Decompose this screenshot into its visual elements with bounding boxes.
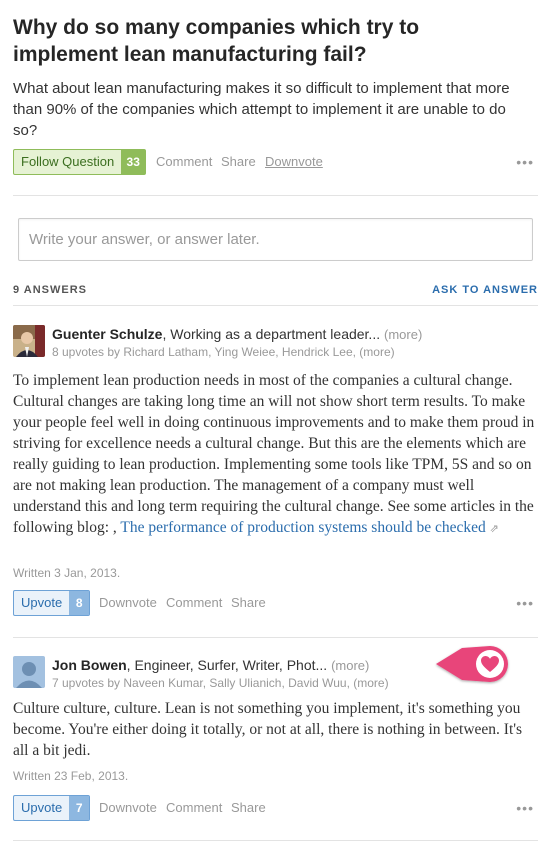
author-name[interactable]: Jon Bowen (52, 657, 127, 673)
more-options-icon[interactable]: ••• (516, 590, 534, 616)
share-link[interactable]: Share (231, 590, 266, 616)
answer-input[interactable] (18, 218, 533, 261)
external-link-icon: ⇗ (489, 523, 499, 535)
divider (13, 840, 538, 841)
share-link[interactable]: Share (221, 149, 256, 175)
default-avatar-icon[interactable] (13, 656, 45, 688)
answer-text: Culture culture, culture. Lean is not so… (13, 700, 523, 759)
comment-link[interactable]: Comment (166, 590, 222, 616)
answer-body: To implement lean production needs in mo… (13, 370, 538, 540)
written-date[interactable]: Written 3 Jan, 2013. (13, 566, 120, 580)
heart-icon[interactable] (432, 640, 514, 688)
upvote-count: 7 (69, 796, 90, 820)
upvote-label: Upvote (21, 595, 63, 610)
answer-body: Culture culture, culture. Lean is not so… (13, 698, 538, 761)
question-title[interactable]: Why do so many companies which try to im… (13, 14, 523, 68)
upvote-count: 8 (69, 591, 90, 615)
author-line: Guenter Schulze, Working as a department… (52, 325, 532, 344)
follow-question-button[interactable]: Follow Question 33 (13, 149, 147, 175)
downvote-link[interactable]: Downvote (99, 795, 157, 821)
ask-to-answer-link[interactable]: ASK TO ANSWER (432, 283, 538, 297)
follow-question-label: Follow Question (21, 154, 115, 169)
more-link[interactable]: (more) (331, 658, 369, 673)
upvote-label: Upvote (21, 800, 63, 815)
downvote-link[interactable]: Downvote (99, 590, 157, 616)
share-link[interactable]: Share (231, 795, 266, 821)
more-link[interactable]: (more) (384, 327, 422, 342)
more-options-icon[interactable]: ••• (516, 795, 534, 821)
author-credential: , Engineer, Surfer, Writer, Phot... (126, 657, 328, 673)
follow-count: 33 (121, 150, 146, 174)
author-name[interactable]: Guenter Schulze (52, 326, 162, 342)
question-actions: Follow Question 33 Comment Share Downvot… (13, 149, 538, 175)
written-date[interactable]: Written 23 Feb, 2013. (13, 769, 128, 783)
upvote-button[interactable]: Upvote 7 (13, 795, 91, 821)
comment-link[interactable]: Comment (166, 795, 222, 821)
divider (13, 305, 538, 306)
upvoters-line[interactable]: 8 upvotes by Richard Latham, Ying Weiee,… (52, 345, 395, 359)
divider (13, 195, 538, 196)
question-detail: What about lean manufacturing makes it s… (13, 80, 510, 139)
blog-link[interactable]: The performance of production systems sh… (120, 519, 485, 536)
answer-actions: Upvote 7 Downvote Comment Share ••• (13, 795, 538, 821)
answers-count: 9 ANSWERS (13, 284, 87, 296)
downvote-link[interactable]: Downvote (265, 149, 323, 175)
more-options-icon[interactable]: ••• (516, 149, 534, 175)
upvoters-line[interactable]: 7 upvotes by Naveen Kumar, Sally Ulianic… (52, 676, 389, 690)
author-credential: , Working as a department leader... (162, 326, 381, 342)
answer-item: Guenter Schulze, Working as a department… (13, 325, 538, 616)
person-photo-icon[interactable] (13, 325, 45, 357)
comment-link[interactable]: Comment (156, 149, 212, 175)
divider (13, 637, 538, 638)
answer-text: To implement lean production needs in mo… (13, 372, 535, 536)
answers-header: 9 ANSWERS ASK TO ANSWER (13, 283, 538, 297)
upvote-button[interactable]: Upvote 8 (13, 590, 91, 616)
answer-actions: Upvote 8 Downvote Comment Share ••• (13, 590, 538, 616)
